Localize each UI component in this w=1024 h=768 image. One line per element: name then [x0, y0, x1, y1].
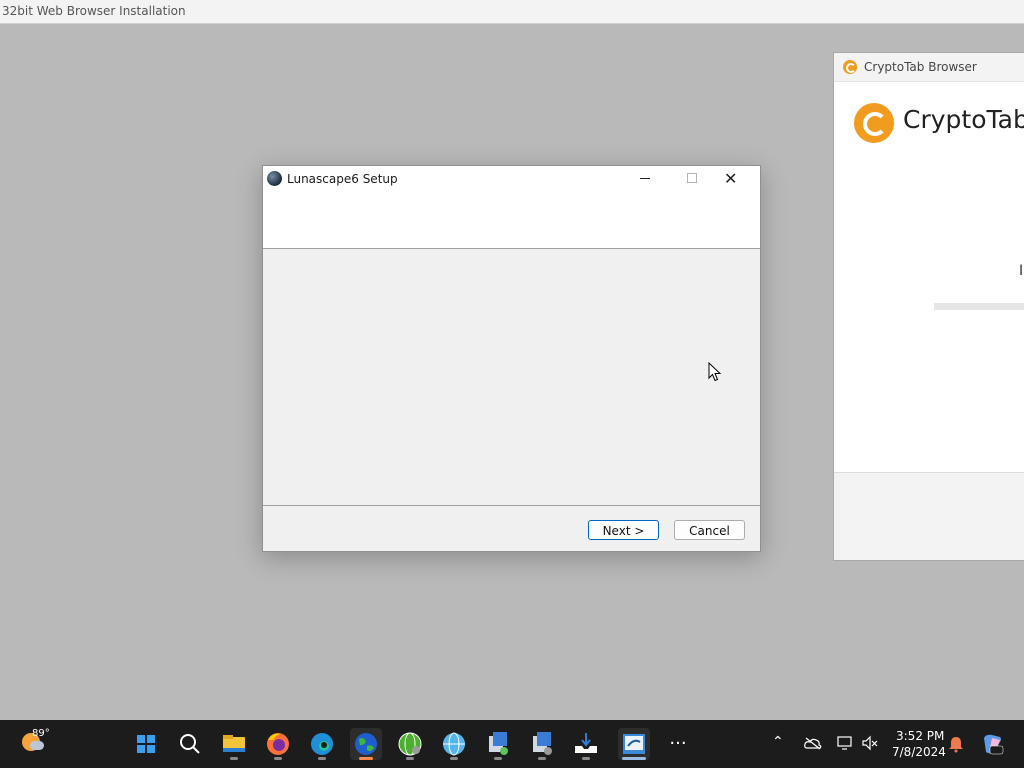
cryptotab-titlebar[interactable]: CryptoTab Browser — [834, 53, 1024, 82]
lunascape-icon — [267, 171, 282, 186]
taskbar-globe[interactable] — [438, 728, 470, 760]
taskbar-setup[interactable] — [618, 728, 650, 760]
windows-start-icon — [137, 735, 155, 753]
taskbar-running-indicator — [494, 757, 502, 760]
minimize-button[interactable] — [623, 166, 668, 191]
weather-cloud-icon — [30, 741, 44, 750]
close-icon: ✕ — [724, 169, 738, 188]
setup-dialog-divider — [263, 505, 760, 506]
file-explorer-icon — [223, 735, 245, 752]
clock-date[interactable]: 7/8/2024 — [892, 745, 946, 759]
taskbar-file-explorer[interactable] — [218, 728, 250, 760]
installer-icon — [489, 732, 508, 755]
network-icon[interactable] — [836, 735, 854, 751]
cryptotab-progress-bar — [934, 303, 1024, 310]
setup-dialog-header — [263, 191, 760, 249]
start-button[interactable] — [130, 728, 162, 760]
search-icon — [180, 734, 200, 754]
globe-icon — [443, 732, 465, 756]
cryptotab-logo-icon — [843, 60, 857, 74]
notification-bell-icon[interactable] — [948, 735, 964, 753]
close-button[interactable]: ✕ — [714, 166, 759, 191]
cancel-button[interactable]: Cancel — [674, 520, 745, 540]
taskbar-firefox[interactable] — [262, 728, 294, 760]
cryptotab-partial-text: I — [1019, 263, 1024, 279]
setup-dialog[interactable]: Lunascape6 Setup ✕ Next > Cancel — [262, 165, 761, 552]
firefox-icon — [267, 733, 289, 755]
taskbar-installer-2[interactable] — [526, 728, 558, 760]
setup-icon — [623, 734, 645, 754]
weather-temperature[interactable]: 89° — [32, 728, 50, 739]
taskbar-running-indicator — [450, 757, 458, 760]
download-tray-icon — [575, 733, 597, 753]
cryptotab-brand-name: CryptoTab — [903, 105, 1024, 134]
taskbar-edge[interactable] — [306, 728, 338, 760]
taskbar-running-indicator — [318, 757, 326, 760]
taskbar-download-tray[interactable] — [570, 728, 602, 760]
copilot-icon[interactable] — [980, 732, 1004, 756]
more-icon: ··· — [669, 733, 687, 754]
onedrive-offline-icon[interactable] — [804, 736, 822, 750]
background-window-titlebar: 32bit Web Browser Installation — [0, 0, 1024, 24]
taskbar-active-indicator — [359, 757, 373, 760]
setup-dialog-body — [263, 249, 760, 504]
cryptotab-window[interactable]: CryptoTab Browser CryptoTab I — [833, 52, 1024, 561]
lunascape-globe-icon — [355, 733, 377, 755]
taskbar-lunascape[interactable] — [350, 728, 382, 760]
cryptotab-footer — [834, 472, 1024, 560]
clock-time[interactable]: 3:52 PM — [896, 729, 944, 743]
chevron-up-icon[interactable]: ⌃ — [772, 734, 784, 750]
edge-icon — [311, 733, 333, 755]
setup-dialog-title: Lunascape6 Setup — [287, 172, 398, 186]
taskbar-active-indicator — [622, 757, 646, 760]
maximize-button[interactable] — [669, 166, 714, 191]
mouse-cursor-icon — [708, 362, 722, 382]
next-button[interactable]: Next > — [588, 520, 659, 540]
installer-icon-2 — [533, 732, 552, 755]
browser-globe-icon — [398, 732, 422, 756]
cryptotab-window-title: CryptoTab Browser — [864, 60, 977, 74]
taskbar-running-indicator — [582, 757, 590, 760]
taskbar-more-button[interactable]: ··· — [662, 728, 694, 760]
volume-muted-icon[interactable] — [861, 735, 879, 751]
taskbar-running-indicator — [274, 757, 282, 760]
background-window-title: 32bit Web Browser Installation — [2, 4, 186, 18]
setup-dialog-titlebar[interactable]: Lunascape6 Setup ✕ — [263, 166, 760, 191]
taskbar-search-button[interactable] — [174, 728, 206, 760]
taskbar-running-indicator — [230, 757, 238, 760]
taskbar-installer[interactable] — [482, 728, 514, 760]
taskbar-running-indicator — [406, 757, 414, 760]
taskbar-browser-globe[interactable] — [394, 728, 426, 760]
cryptotab-brand-logo-icon — [854, 103, 894, 143]
taskbar-running-indicator — [538, 757, 546, 760]
